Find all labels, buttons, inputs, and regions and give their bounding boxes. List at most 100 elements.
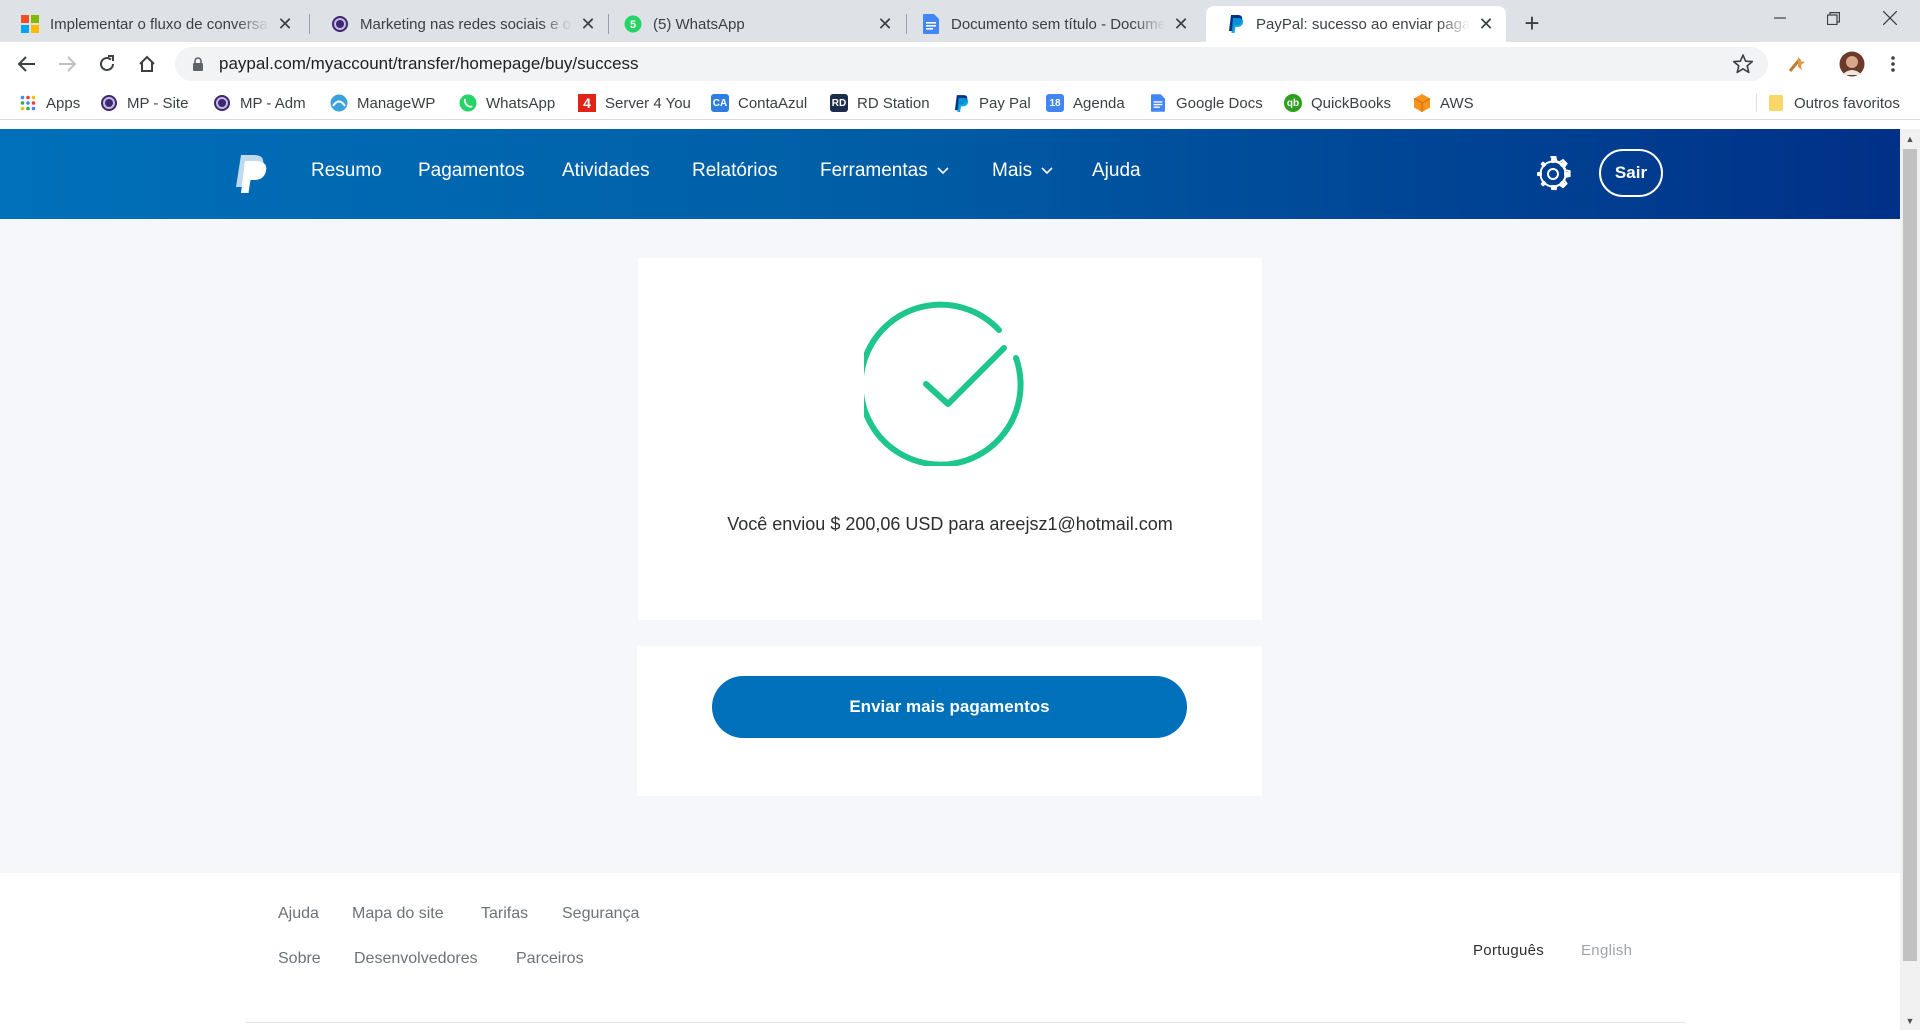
folder-icon — [1767, 94, 1785, 112]
close-icon[interactable]: ✕ — [875, 14, 895, 34]
footer-link-mapa-do-site[interactable]: Mapa do site — [352, 905, 444, 923]
google-docs-icon — [921, 14, 941, 34]
scroll-down-arrow-icon[interactable]: ▼ — [1900, 1013, 1920, 1029]
bookmark-mp-adm[interactable]: MP - Adm — [213, 86, 306, 120]
arrow-right-icon — [59, 56, 76, 72]
paypal-logo[interactable] — [235, 155, 267, 193]
nav-atividades[interactable]: Atividades — [562, 160, 650, 182]
bookmark-apps[interactable]: Apps — [19, 86, 80, 120]
nav-label: Ajuda — [1092, 160, 1141, 181]
url-text: paypal.com/myaccount/transfer/homepage/b… — [219, 54, 639, 73]
close-icon[interactable]: ✕ — [1476, 14, 1496, 34]
profile-avatar[interactable] — [1837, 49, 1867, 79]
tab-title: Documento sem título - Docume — [951, 15, 1165, 33]
footer-link-seguranca[interactable]: Segurança — [562, 905, 639, 923]
bookmark-whatsapp[interactable]: WhatsApp — [459, 86, 555, 120]
apps-grid-icon — [19, 94, 37, 112]
bookmark-label: Pay Pal — [979, 94, 1031, 112]
settings-gear-icon[interactable] — [1535, 156, 1571, 192]
rd-station-icon: RD — [830, 94, 848, 112]
footer-link-tarifas[interactable]: Tarifas — [481, 905, 528, 923]
nav-ajuda[interactable]: Ajuda — [1092, 160, 1141, 182]
actions-card: Enviar mais pagamentos — [637, 646, 1262, 796]
scrollbar-thumb[interactable] — [1903, 149, 1917, 961]
footer-link-ajuda[interactable]: Ajuda — [278, 905, 319, 923]
paypal-footer: Ajuda Mapa do site Tarifas Segurança Sob… — [0, 873, 1900, 1030]
bookmark-aws[interactable]: AWS — [1413, 86, 1474, 120]
footer-link-sobre[interactable]: Sobre — [278, 950, 321, 968]
bookmark-label: RD Station — [857, 94, 930, 112]
window-close-button[interactable] — [1860, 0, 1920, 36]
nav-mais[interactable]: Mais — [992, 160, 1053, 182]
bookmark-folder-outros[interactable]: Outros favoritos — [1767, 86, 1900, 120]
close-icon[interactable]: ✕ — [275, 14, 295, 34]
logout-button[interactable]: Sair — [1599, 149, 1663, 197]
browser-tab[interactable]: Documento sem título - Docume ✕ — [901, 6, 1201, 42]
footer-link-parceiros[interactable]: Parceiros — [516, 950, 584, 968]
send-more-payments-button[interactable]: Enviar mais pagamentos — [712, 676, 1187, 738]
svg-text:5: 5 — [630, 19, 636, 31]
minimize-button[interactable] — [1750, 0, 1810, 36]
extension-button[interactable] — [1782, 49, 1812, 79]
success-message: Você enviou $ 200,06 USD para areejsz1@h… — [727, 514, 1173, 534]
bookmark-star-icon[interactable] — [1732, 53, 1754, 80]
bookmark-server-4-you[interactable]: 4 Server 4 You — [578, 86, 691, 120]
bookmark-rd-station[interactable]: RD RD Station — [830, 86, 930, 120]
nav-label: Resumo — [311, 160, 382, 181]
browser-toolbar: paypal.com/myaccount/transfer/homepage/b… — [0, 42, 1920, 86]
browser-menu-button[interactable] — [1878, 49, 1908, 79]
close-icon[interactable]: ✕ — [1171, 14, 1191, 34]
bookmark-managewp[interactable]: ManageWP — [330, 86, 435, 120]
paypal-icon — [1226, 14, 1246, 34]
bookmark-agenda[interactable]: 18 Agenda — [1046, 86, 1125, 120]
close-icon — [1883, 11, 1897, 25]
browser-tab[interactable]: Marketing nas redes sociais e o p ✕ — [310, 6, 608, 42]
nav-pagamentos[interactable]: Pagamentos — [418, 160, 525, 182]
language-english[interactable]: English — [1581, 942, 1632, 959]
reload-button[interactable] — [92, 49, 122, 79]
nav-relatorios[interactable]: Relatórios — [692, 160, 778, 182]
bookmark-label: ContaAzul — [738, 94, 808, 112]
bookmark-label: Outros favoritos — [1794, 94, 1900, 112]
mp-icon — [213, 94, 231, 112]
home-button[interactable] — [132, 49, 162, 79]
restore-button[interactable] — [1803, 0, 1863, 36]
address-bar[interactable]: paypal.com/myaccount/transfer/homepage/b… — [175, 47, 1768, 81]
close-icon[interactable]: ✕ — [578, 14, 598, 34]
bookmark-label: Google Docs — [1176, 94, 1263, 112]
forward-button[interactable] — [52, 49, 82, 79]
bookmark-pay-pal[interactable]: Pay Pal — [952, 86, 1031, 120]
scroll-up-arrow-icon[interactable]: ▲ — [1900, 131, 1920, 147]
bookmark-google-docs[interactable]: Google Docs — [1149, 86, 1263, 120]
quickbooks-icon: qb — [1284, 94, 1302, 112]
mp-icon — [330, 14, 350, 34]
aws-icon — [1413, 94, 1431, 112]
bookmark-contaazul[interactable]: CA ContaAzul — [711, 86, 807, 120]
bookmark-mp-site[interactable]: MP - Site — [100, 86, 188, 120]
nav-label: Ferramentas — [820, 160, 928, 181]
bookmark-label: WhatsApp — [486, 94, 556, 112]
browser-tab[interactable]: 5 (5) WhatsApp ✕ — [603, 6, 905, 42]
bookmarks-bar: Apps MP - Site MP - Adm ManageWP WhatsAp… — [0, 86, 1920, 120]
browser-tab-active[interactable]: PayPal: sucesso ao enviar pagam ✕ — [1206, 6, 1506, 42]
page-viewport: Resumo Pagamentos Atividades Relatórios … — [0, 129, 1900, 1030]
language-portugues[interactable]: Português — [1473, 942, 1544, 959]
nav-ferramentas[interactable]: Ferramentas — [820, 160, 949, 182]
avatar-icon — [1839, 51, 1865, 77]
browser-tab[interactable]: Implementar o fluxo de conversa ✕ — [0, 6, 305, 42]
tab-title: PayPal: sucesso ao enviar pagam — [1256, 15, 1470, 33]
calendar-icon: 18 — [1046, 94, 1064, 112]
browser-tab-strip: Implementar o fluxo de conversa ✕ Market… — [0, 0, 1920, 42]
new-tab-button[interactable]: + — [1518, 8, 1546, 38]
bookmark-quickbooks[interactable]: qb QuickBooks — [1284, 86, 1391, 120]
bookmarks-divider — [1756, 94, 1757, 112]
page-scrollbar[interactable]: ▲ ▼ — [1900, 129, 1920, 1030]
lock-icon — [193, 57, 203, 71]
nav-resumo[interactable]: Resumo — [311, 160, 382, 182]
microsoft-icon — [20, 14, 40, 34]
google-docs-icon — [1149, 94, 1167, 112]
extension-icon — [1788, 56, 1805, 72]
footer-link-desenvolvedores[interactable]: Desenvolvedores — [354, 950, 478, 968]
nav-label: Pagamentos — [418, 160, 525, 181]
back-button[interactable] — [12, 49, 42, 79]
